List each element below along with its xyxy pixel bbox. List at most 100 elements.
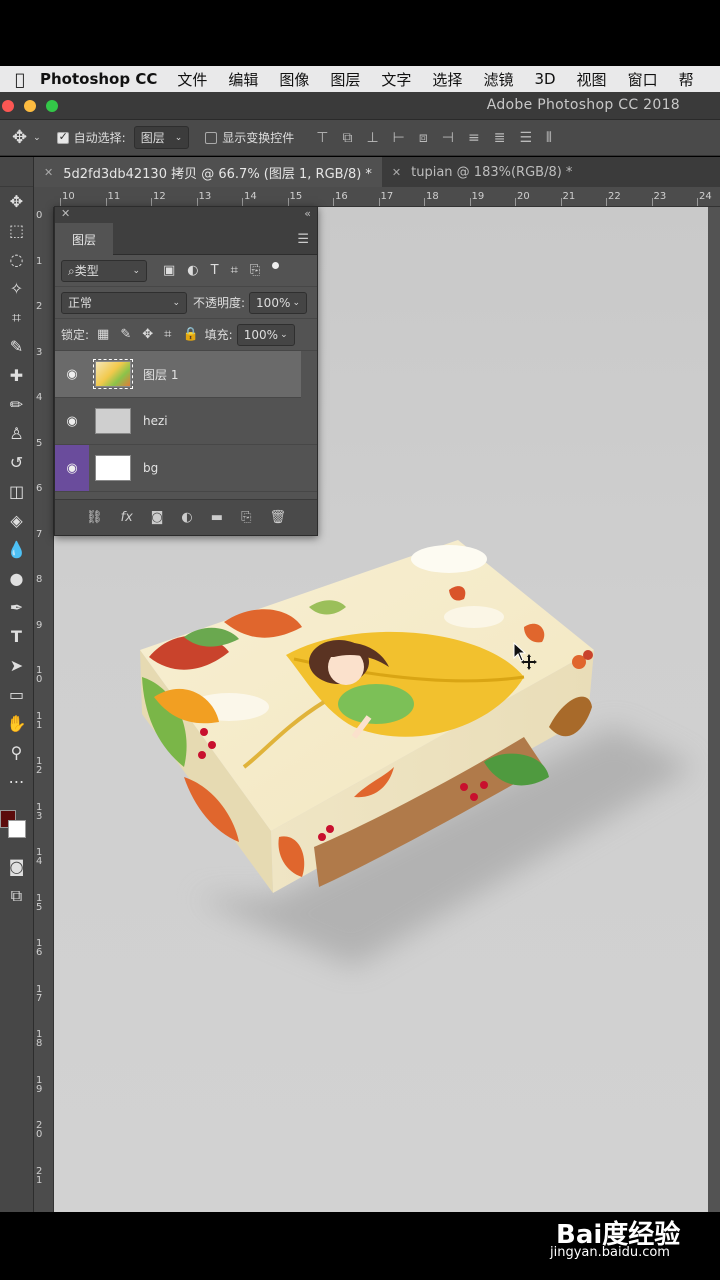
- brush-tool-icon[interactable]: ✏: [0, 390, 33, 419]
- panel-menu-icon[interactable]: ☰: [297, 232, 309, 247]
- menu-window[interactable]: 窗口: [628, 69, 658, 90]
- more-tools-icon[interactable]: ⋯: [0, 767, 33, 796]
- menu-help[interactable]: 帮: [679, 69, 694, 90]
- filter-kind-dropdown[interactable]: ⌕类型 ⌄: [61, 259, 147, 282]
- eye-icon[interactable]: ◉: [55, 351, 89, 397]
- menu-image[interactable]: 图像: [279, 69, 309, 90]
- panel-dock-header[interactable]: ✕ «: [55, 207, 317, 223]
- align-left-icon[interactable]: ⊢: [393, 130, 405, 146]
- lock-artboard-icon[interactable]: ⌗: [164, 327, 171, 342]
- layer-name[interactable]: hezi: [143, 414, 168, 428]
- eraser-tool-icon[interactable]: ◫: [0, 477, 33, 506]
- marquee-tool-icon[interactable]: ⬚: [0, 216, 33, 245]
- layer-row-bg[interactable]: ◉ bg: [55, 445, 317, 492]
- menu-3d[interactable]: 3D: [534, 70, 555, 88]
- path-selection-tool-icon[interactable]: ➤: [0, 651, 33, 680]
- menu-layer[interactable]: 图层: [330, 69, 360, 90]
- menu-file[interactable]: 文件: [177, 69, 207, 90]
- rectangle-tool-icon[interactable]: ▭: [0, 680, 33, 709]
- eye-icon[interactable]: ◉: [55, 445, 89, 491]
- filter-type-icon[interactable]: T: [211, 263, 219, 278]
- fill-field[interactable]: 100% ⌄: [236, 323, 295, 346]
- align-hcenter-icon[interactable]: ⧈: [419, 130, 428, 146]
- tab-document-active[interactable]: ✕ 5d2fd3db42130 拷贝 @ 66.7% (图层 1, RGB/8)…: [34, 157, 382, 187]
- apple-icon[interactable]: : [0, 70, 40, 89]
- eye-icon[interactable]: ◉: [55, 398, 89, 444]
- trash-icon[interactable]: 🗑: [269, 510, 286, 525]
- magic-wand-tool-icon[interactable]: ✧: [0, 274, 33, 303]
- align-top-icon[interactable]: ⊤: [316, 130, 328, 146]
- tab-layers[interactable]: 图层: [55, 223, 113, 255]
- tools-panel-handle[interactable]: [0, 157, 33, 187]
- lock-position-icon[interactable]: ✥: [142, 327, 153, 342]
- tab-document-tupian[interactable]: ✕ tupian @ 183%(RGB/8) *: [382, 157, 583, 187]
- layer-style-fx-icon[interactable]: fx: [121, 510, 133, 525]
- auto-select-checkbox[interactable]: [56, 130, 69, 144]
- ruler-horizontal[interactable]: 10 11 12 13 14 15 16 17 18 19 20 21 22 23 24: [54, 187, 720, 207]
- paint-bucket-tool-icon[interactable]: ◈: [0, 506, 33, 535]
- quick-mask-icon[interactable]: ◙: [0, 852, 33, 881]
- clone-stamp-tool-icon[interactable]: ♙: [0, 419, 33, 448]
- lasso-tool-icon[interactable]: ◌: [0, 245, 33, 274]
- history-brush-tool-icon[interactable]: ↺: [0, 448, 33, 477]
- menu-edit[interactable]: 编辑: [228, 69, 258, 90]
- distribute-bottom-icon[interactable]: ☰: [519, 130, 532, 146]
- healing-brush-tool-icon[interactable]: ✚: [0, 361, 33, 390]
- adjustment-layer-icon[interactable]: ◐: [181, 510, 192, 525]
- align-right-icon[interactable]: ⊣: [442, 130, 454, 146]
- zoom-window-button[interactable]: [46, 100, 58, 112]
- lock-pixels-icon[interactable]: ✎: [120, 327, 131, 342]
- filter-toggle-icon[interactable]: [272, 262, 280, 269]
- collapse-panel-icon[interactable]: «: [304, 207, 311, 220]
- pen-tool-icon[interactable]: ✒: [0, 593, 33, 622]
- distribute-left-icon[interactable]: ⫴: [546, 130, 552, 146]
- align-vcenter-icon[interactable]: ⧉: [342, 130, 352, 146]
- distribute-vcenter-icon[interactable]: ≣: [494, 130, 506, 146]
- screen-mode-icon[interactable]: ⧉: [0, 881, 33, 910]
- lock-all-icon[interactable]: 🔒: [182, 327, 198, 342]
- lock-transparent-icon[interactable]: ▦: [97, 327, 109, 342]
- zoom-tool-icon[interactable]: ⚲: [0, 738, 33, 767]
- link-layers-icon[interactable]: ⛓: [86, 510, 103, 525]
- tool-preset-chevron-icon[interactable]: ⌄: [33, 133, 41, 143]
- crop-tool-icon[interactable]: ⌗: [0, 303, 33, 332]
- menu-view[interactable]: 视图: [577, 69, 607, 90]
- filter-pixel-icon[interactable]: ▣: [163, 263, 175, 278]
- menu-app-name[interactable]: Photoshop CC: [40, 70, 157, 88]
- ruler-vertical[interactable]: 0 1 2 3 4 5 6 7 8 9 1 0 1 1 1 2 1 3 1 4 1 5 1 6 1 7 1 8 1 9…: [34, 207, 54, 1212]
- close-icon[interactable]: ✕: [392, 166, 401, 179]
- filter-smart-object-icon[interactable]: ⎘: [250, 263, 260, 278]
- layer-name[interactable]: bg: [143, 461, 158, 475]
- menu-type[interactable]: 文字: [381, 69, 411, 90]
- canvas-scroll-area[interactable]: [708, 207, 720, 1212]
- filter-adjustment-icon[interactable]: ◐: [187, 263, 198, 278]
- show-transform-checkbox[interactable]: [205, 131, 218, 144]
- eyedropper-tool-icon[interactable]: ✎: [0, 332, 33, 361]
- layer-row-layer1[interactable]: ◉ 图层 1: [55, 351, 301, 398]
- layer-row-hezi[interactable]: ◉ hezi: [55, 398, 317, 445]
- layer-name[interactable]: 图层 1: [143, 366, 178, 383]
- hand-tool-icon[interactable]: ✋: [0, 709, 33, 738]
- dodge-tool-icon[interactable]: ●: [0, 564, 33, 593]
- blend-mode-dropdown[interactable]: 正常 ⌄: [61, 291, 187, 314]
- move-tool-icon[interactable]: ✥: [0, 187, 33, 216]
- minimize-window-button[interactable]: [24, 100, 36, 112]
- type-tool-icon[interactable]: T: [0, 622, 33, 651]
- close-icon[interactable]: ✕: [61, 207, 70, 220]
- ruler-left-label: 1 1: [36, 710, 43, 731]
- opacity-field[interactable]: 100% ⌄: [249, 291, 308, 314]
- close-window-button[interactable]: [2, 100, 14, 112]
- align-bottom-icon[interactable]: ⊥: [366, 130, 378, 146]
- menu-select[interactable]: 选择: [432, 69, 462, 90]
- add-mask-icon[interactable]: ◙: [151, 510, 164, 525]
- close-icon[interactable]: ✕: [44, 166, 53, 179]
- filter-shape-icon[interactable]: ⌗: [231, 263, 238, 278]
- auto-select-dropdown[interactable]: 图层 ⌄: [133, 126, 190, 149]
- distribute-top-icon[interactable]: ≡: [468, 130, 480, 146]
- blur-tool-icon[interactable]: 💧: [0, 535, 33, 564]
- background-color-swatch[interactable]: [8, 820, 26, 838]
- new-layer-icon[interactable]: ⎘: [241, 510, 251, 525]
- new-group-folder-icon[interactable]: ▬: [211, 510, 223, 525]
- move-tool-icon[interactable]: ✥: [12, 127, 27, 148]
- menu-filter[interactable]: 滤镜: [483, 69, 513, 90]
